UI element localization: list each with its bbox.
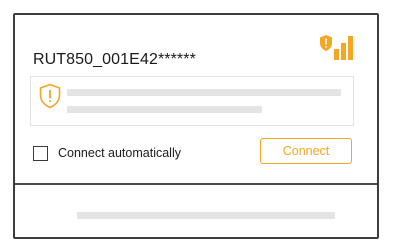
- wifi-network-panel: RUT850_001E42****** Connect automaticall…: [13, 13, 379, 239]
- secured-signal-strength-icon: [320, 35, 353, 60]
- warning-text-line-1: [67, 89, 341, 96]
- connect-automatically-label: Connect automatically: [58, 146, 181, 160]
- security-warning-box: [30, 76, 354, 126]
- network-name-line: [77, 212, 335, 219]
- network-list-item-expanded[interactable]: RUT850_001E42****** Connect automaticall…: [15, 15, 377, 185]
- shield-exclamation-icon: [39, 83, 61, 109]
- network-list-item[interactable]: [15, 185, 377, 237]
- warning-text-line-2: [67, 106, 262, 113]
- connect-button[interactable]: Connect: [260, 138, 352, 164]
- shield-exclamation-icon: [320, 35, 332, 51]
- network-ssid: RUT850_001E42******: [33, 51, 196, 68]
- connect-automatically-checkbox[interactable]: [33, 145, 48, 161]
- connect-automatically-row[interactable]: Connect automatically: [33, 144, 181, 162]
